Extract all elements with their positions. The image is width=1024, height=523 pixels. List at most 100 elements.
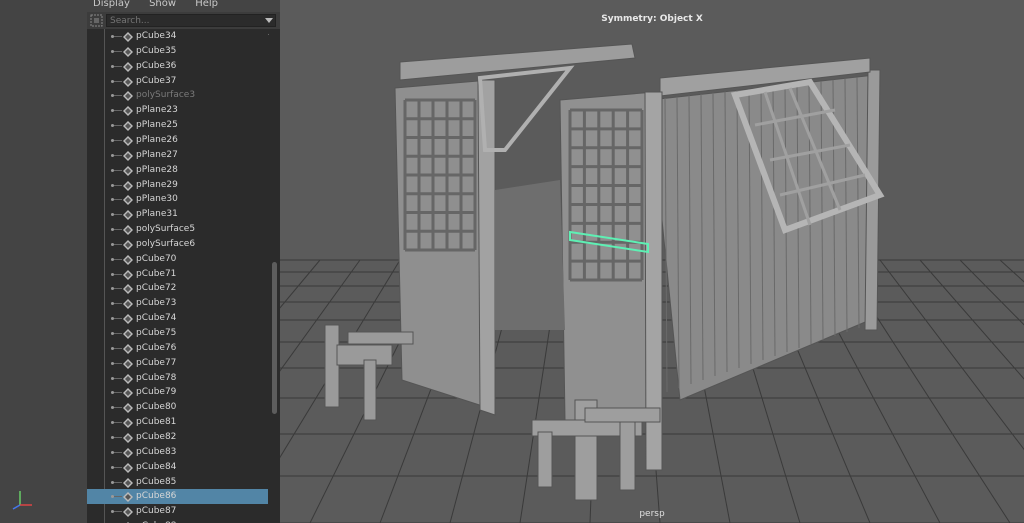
tree-branch-line	[114, 36, 122, 37]
outliner-item[interactable]: pCube80	[87, 400, 268, 415]
outliner-item-label: pCube70	[136, 253, 177, 264]
outliner-menubar: Display Show Help	[87, 0, 280, 12]
search-options-chevron-down-icon[interactable]	[265, 18, 273, 23]
mesh-transform-icon	[123, 180, 133, 191]
outliner-item[interactable]: pCube88	[87, 519, 268, 523]
tree-branch-line	[114, 436, 122, 438]
outliner-item-label: pCube71	[136, 268, 177, 279]
outliner-item-label: pCube74	[136, 313, 177, 324]
outliner-item-label: pCube82	[136, 431, 177, 442]
outliner-item[interactable]: polySurface3	[87, 88, 268, 103]
outliner-item[interactable]: pCube82	[87, 430, 268, 445]
tree-branch-line	[114, 50, 122, 52]
outliner-item[interactable]: pPlane28	[87, 163, 268, 178]
mesh-transform-icon	[123, 121, 133, 132]
outliner-item[interactable]: pCube36	[87, 59, 268, 74]
outliner-item[interactable]: pCube74	[87, 311, 268, 326]
3d-viewport[interactable]: Symmetry: Object X persp	[280, 0, 1024, 523]
mesh-transform-icon	[123, 432, 133, 443]
tree-branch-line	[114, 110, 122, 112]
outliner-item[interactable]: pCube86	[87, 489, 268, 505]
outliner-item[interactable]: pCube35	[87, 44, 268, 59]
mesh-transform-icon	[123, 269, 133, 280]
mesh-transform-icon	[123, 239, 133, 250]
tree-branch-line	[114, 229, 122, 231]
outliner-item[interactable]: pCube76	[87, 341, 268, 356]
outliner-item[interactable]: pCube73	[87, 296, 268, 311]
grid-line	[919, 259, 1024, 380]
tree-branch-line	[114, 65, 122, 67]
symmetry-label: Symmetry: Object X	[601, 14, 703, 24]
tree-branch-line	[114, 80, 122, 82]
mesh-transform-icon	[123, 32, 133, 42]
tree-branch-line	[114, 139, 122, 141]
outliner-item[interactable]: pCube34	[87, 29, 268, 44]
outliner-item[interactable]: pCube72	[87, 281, 268, 296]
outliner-item-label: pCube86	[136, 491, 177, 502]
mesh-transform-icon	[123, 91, 133, 102]
outliner-item[interactable]: pCube79	[87, 385, 268, 400]
menu-help[interactable]: Help	[195, 0, 218, 9]
outliner-item[interactable]: pCube85	[87, 475, 268, 490]
outliner-item[interactable]: pPlane26	[87, 133, 268, 148]
tree-branch-line	[114, 154, 122, 156]
tree-branch-line	[114, 496, 122, 498]
menu-display[interactable]: Display	[93, 0, 130, 9]
outliner-item-label: pCube75	[136, 328, 177, 338]
outliner-item[interactable]: pCube87	[87, 504, 268, 519]
outliner-item[interactable]: pPlane30	[87, 192, 268, 207]
camera-name-label: persp	[639, 509, 665, 519]
outliner-item-label: pCube79	[136, 387, 177, 398]
outliner-item[interactable]: polySurface5	[87, 222, 268, 237]
mesh-transform-icon	[123, 418, 133, 429]
mesh-transform-icon	[123, 46, 133, 57]
mesh-transform-icon	[123, 388, 133, 399]
outliner-item[interactable]: pCube70	[87, 252, 268, 267]
outliner-item-label: pPlane31	[136, 209, 178, 220]
outliner-scrollbar[interactable]	[269, 29, 280, 523]
mesh-transform-icon	[123, 462, 133, 473]
outliner-item-label: pPlane28	[136, 164, 178, 175]
scrollbar-thumb[interactable]	[272, 262, 277, 414]
mesh-transform-icon	[123, 403, 133, 414]
outliner-item[interactable]: pCube77	[87, 356, 268, 371]
outliner-item-label: pCube34	[136, 31, 177, 41]
outliner-item-label: polySurface6	[136, 238, 196, 249]
tree-branch-line	[114, 481, 122, 483]
outliner-item[interactable]: pPlane31	[87, 207, 268, 222]
tree-branch-line	[114, 95, 122, 97]
outliner-item[interactable]: polySurface6	[87, 237, 268, 252]
outliner-item-label: polySurface3	[136, 90, 196, 101]
grid-line	[280, 259, 321, 309]
mesh-transform-icon	[123, 299, 133, 310]
outliner-item[interactable]: pPlane23	[87, 103, 268, 118]
tree-branch-line	[114, 258, 122, 260]
outliner-item-label: polySurface5	[136, 224, 196, 235]
outliner-item[interactable]: pCube71	[87, 267, 268, 282]
outliner-item[interactable]: pCube75	[87, 326, 268, 341]
outliner-item[interactable]: pPlane25	[87, 118, 268, 133]
house-left-post	[477, 79, 496, 416]
outliner-item[interactable]: pCube84	[87, 460, 268, 475]
mesh-transform-icon	[123, 373, 133, 384]
menu-show[interactable]: Show	[149, 0, 176, 9]
outliner-item-label: pCube81	[136, 417, 177, 428]
mesh-transform-icon	[123, 329, 133, 339]
outliner-filter-icon[interactable]	[90, 14, 103, 27]
tree-branch-line	[114, 466, 122, 468]
outliner-item[interactable]: pCube83	[87, 445, 268, 460]
outliner-item-label: pCube76	[136, 342, 177, 353]
outliner-item[interactable]: pPlane29	[87, 178, 268, 193]
tree-branch-line	[114, 243, 122, 245]
mesh-transform-icon	[123, 254, 133, 265]
outliner-item[interactable]: pPlane27	[87, 148, 268, 163]
outliner-item[interactable]: pCube78	[87, 371, 268, 386]
outliner-item[interactable]: pCube81	[87, 415, 268, 430]
search-input[interactable]	[106, 14, 276, 27]
outliner-panel: Display Show Help pCube34pCube35pCube36p…	[87, 0, 281, 523]
outliner-item-label: pPlane29	[136, 179, 178, 190]
outliner-item[interactable]: pCube37	[87, 74, 268, 89]
tree-branch-line	[114, 392, 122, 394]
tree-branch-line	[114, 362, 122, 364]
mesh-transform-icon	[123, 195, 133, 206]
